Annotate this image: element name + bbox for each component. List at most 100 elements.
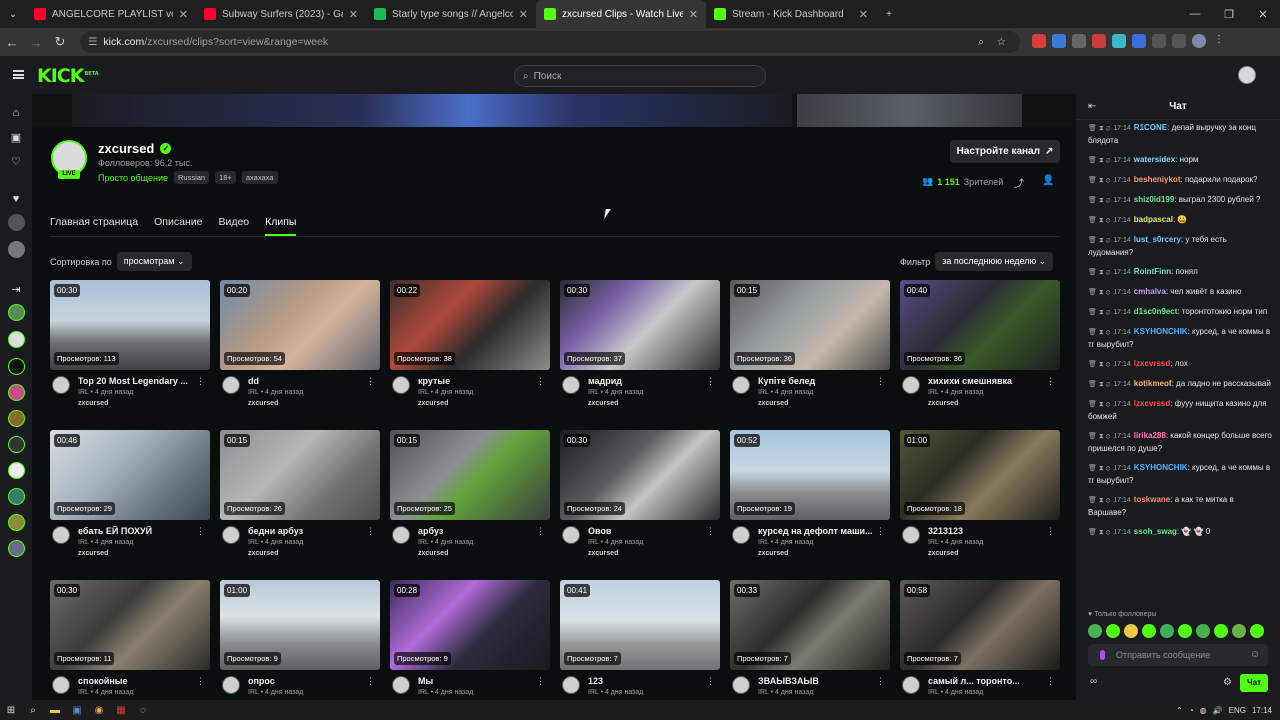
- clip-channel-avatar[interactable]: [52, 676, 70, 694]
- clip-thumbnail[interactable]: 00:58 Просмотров: 7: [900, 580, 1060, 670]
- clip-channel-avatar[interactable]: [902, 526, 920, 544]
- tag-badge[interactable]: Russian: [173, 171, 210, 184]
- mod-actions-icon[interactable]: 🗑 ⧗ ⊘: [1088, 361, 1110, 368]
- clip-thumbnail[interactable]: 00:46 Просмотров: 29: [50, 430, 210, 520]
- followed-channel-avatar[interactable]: [8, 488, 25, 505]
- clip-title[interactable]: мадрид: [588, 376, 712, 386]
- chat-username[interactable]: RointFinn: [1134, 267, 1171, 276]
- emote-icon[interactable]: [1124, 624, 1138, 638]
- emote-icon[interactable]: [1250, 624, 1264, 638]
- clip-thumbnail[interactable]: 01:00 Просмотров: 18: [900, 430, 1060, 520]
- clip-title[interactable]: арбуз: [418, 526, 542, 536]
- back-button[interactable]: ←: [0, 35, 24, 50]
- clip-thumbnail[interactable]: 00:30 Просмотров: 37: [560, 280, 720, 370]
- more-options-icon[interactable]: ⋮: [876, 526, 885, 537]
- maximize-button[interactable]: ❐: [1212, 0, 1246, 28]
- tray-chevron-icon[interactable]: ⌃: [1176, 706, 1183, 715]
- clip-channel-name[interactable]: zxcursed: [588, 550, 618, 557]
- chat-username[interactable]: shiz0id199: [1134, 195, 1174, 204]
- clip-title[interactable]: курсед на дефолт маши...: [758, 526, 882, 536]
- clip-card[interactable]: 00:22 Просмотров: 38 крутые IRL • 4 дня наз…: [390, 280, 550, 418]
- emote-icon[interactable]: [1088, 624, 1102, 638]
- mod-actions-icon[interactable]: 🗑 ⧗ ⊘: [1088, 237, 1110, 244]
- clip-thumbnail[interactable]: 00:30 Просмотров: 113: [50, 280, 210, 370]
- followed-channel-avatar[interactable]: [8, 304, 25, 321]
- chat-username[interactable]: besheniykot: [1134, 175, 1181, 184]
- extension-icon[interactable]: [1092, 34, 1106, 48]
- clip-title[interactable]: 123: [588, 676, 712, 686]
- clip-thumbnail[interactable]: 00:22 Просмотров: 38: [390, 280, 550, 370]
- clip-channel-name[interactable]: zxcursed: [928, 550, 958, 557]
- site-info-icon[interactable]: ☰: [88, 36, 97, 48]
- browser-tab[interactable]: zxcursed Clips - Watch Live on Kick ✕: [536, 0, 706, 28]
- clip-channel-name[interactable]: zxcursed: [758, 550, 788, 557]
- clip-title[interactable]: самый л... торонто...: [928, 676, 1052, 686]
- clip-channel-avatar[interactable]: [222, 526, 240, 544]
- emote-icon[interactable]: [1232, 624, 1246, 638]
- clip-title[interactable]: ЗВАЫВЗАЫВ: [758, 676, 882, 686]
- followed-channel-avatar[interactable]: [8, 462, 25, 479]
- tab-about[interactable]: Описание: [154, 216, 202, 236]
- clip-title[interactable]: бедни арбуз: [248, 526, 372, 536]
- clip-channel-avatar[interactable]: [52, 376, 70, 394]
- clip-card[interactable]: 00:52 Просмотров: 19 курсед на дефолт маши…: [730, 430, 890, 568]
- network-icon[interactable]: ◍: [1200, 706, 1207, 715]
- extension-icon[interactable]: [1052, 34, 1066, 48]
- clip-channel-avatar[interactable]: [392, 526, 410, 544]
- clip-title[interactable]: Купіте белед: [758, 376, 882, 386]
- puzzle-icon[interactable]: [1152, 34, 1166, 48]
- clip-title[interactable]: 3213123: [928, 526, 1052, 536]
- followed-channel-avatar[interactable]: [8, 241, 25, 258]
- chat-username[interactable]: KSYHONCHIK: [1134, 327, 1188, 336]
- clip-channel-avatar[interactable]: [732, 376, 750, 394]
- menu-icon[interactable]: [13, 70, 24, 79]
- chat-username[interactable]: KSYHONCHIK: [1134, 463, 1188, 472]
- chat-username[interactable]: watersidex: [1134, 155, 1175, 164]
- clip-thumbnail[interactable]: 00:30 Просмотров: 11: [50, 580, 210, 670]
- search-icon[interactable]: ⌕: [22, 700, 44, 720]
- clip-thumbnail[interactable]: 00:30 Просмотров: 24: [560, 430, 720, 520]
- app-icon[interactable]: ▦: [110, 700, 132, 720]
- mod-actions-icon[interactable]: 🗑 ⧗ ⊘: [1088, 217, 1110, 224]
- close-window-button[interactable]: ✕: [1246, 0, 1280, 28]
- more-options-icon[interactable]: ⋮: [366, 526, 375, 537]
- clip-thumbnail[interactable]: 00:40 Просмотров: 36: [900, 280, 1060, 370]
- more-options-icon[interactable]: ⋮: [196, 676, 205, 687]
- clip-thumbnail[interactable]: 00:28 Просмотров: 9: [390, 580, 550, 670]
- followed-channel-avatar[interactable]: [8, 540, 25, 557]
- more-options-icon[interactable]: ⋮: [706, 376, 715, 387]
- extension-icon[interactable]: [1112, 34, 1126, 48]
- forward-button[interactable]: →: [24, 35, 48, 50]
- chrome-icon[interactable]: ◉: [88, 700, 110, 720]
- clip-channel-name[interactable]: zxcursed: [588, 400, 618, 407]
- clip-title[interactable]: Мы: [418, 676, 542, 686]
- more-options-icon[interactable]: ⋮: [196, 526, 205, 537]
- emote-icon[interactable]: [1196, 624, 1210, 638]
- clip-thumbnail[interactable]: 00:15 Просмотров: 25: [390, 430, 550, 520]
- search-input[interactable]: ⌕ Поиск: [514, 65, 766, 87]
- mod-actions-icon[interactable]: 🗑 ⧗ ⊘: [1088, 329, 1110, 336]
- clip-channel-avatar[interactable]: [562, 526, 580, 544]
- emote-icon[interactable]: [1214, 624, 1228, 638]
- mod-actions-icon[interactable]: 🗑 ⧗ ⊘: [1088, 289, 1110, 296]
- browser-tab[interactable]: Starly type songs // AngelcoreMix ✕: [366, 0, 536, 28]
- clip-card[interactable]: 00:33 Просмотров: 7 ЗВАЫВЗАЫВ IRL • 4 дня н…: [730, 580, 890, 700]
- clip-card[interactable]: 00:30 Просмотров: 24 Овов IRL • 4 дня назад…: [560, 430, 720, 568]
- mod-actions-icon[interactable]: 🗑 ⧗ ⊘: [1088, 465, 1110, 472]
- chat-username[interactable]: lzxcvrssd: [1134, 399, 1170, 408]
- clip-card[interactable]: 00:41Просмотров: 7123IRL • 4 дня назадzx…: [560, 580, 720, 700]
- more-options-icon[interactable]: ⋮: [706, 526, 715, 537]
- more-options-icon[interactable]: ⋮: [1046, 676, 1055, 687]
- clip-card[interactable]: 00:40 Просмотров: 36 хихихи смешнявка IRL •…: [900, 280, 1060, 418]
- more-options-icon[interactable]: ⋮: [1046, 526, 1055, 537]
- clip-channel-name[interactable]: zxcursed: [418, 550, 448, 557]
- chat-username[interactable]: ssoh_swag: [1134, 527, 1177, 536]
- more-options-icon[interactable]: ⋮: [1046, 376, 1055, 387]
- tab-clips[interactable]: Клипы: [265, 216, 297, 236]
- chat-username[interactable]: badpascal: [1134, 215, 1173, 224]
- clip-title[interactable]: спокойные: [78, 676, 202, 686]
- browser-tab[interactable]: Subway Surfers (2023) - Gameplay ✕: [196, 0, 366, 28]
- share-icon[interactable]: ⤴: [1014, 175, 1024, 190]
- collapse-icon[interactable]: ⇥: [9, 283, 23, 297]
- chat-username[interactable]: kotikmeof: [1134, 379, 1172, 388]
